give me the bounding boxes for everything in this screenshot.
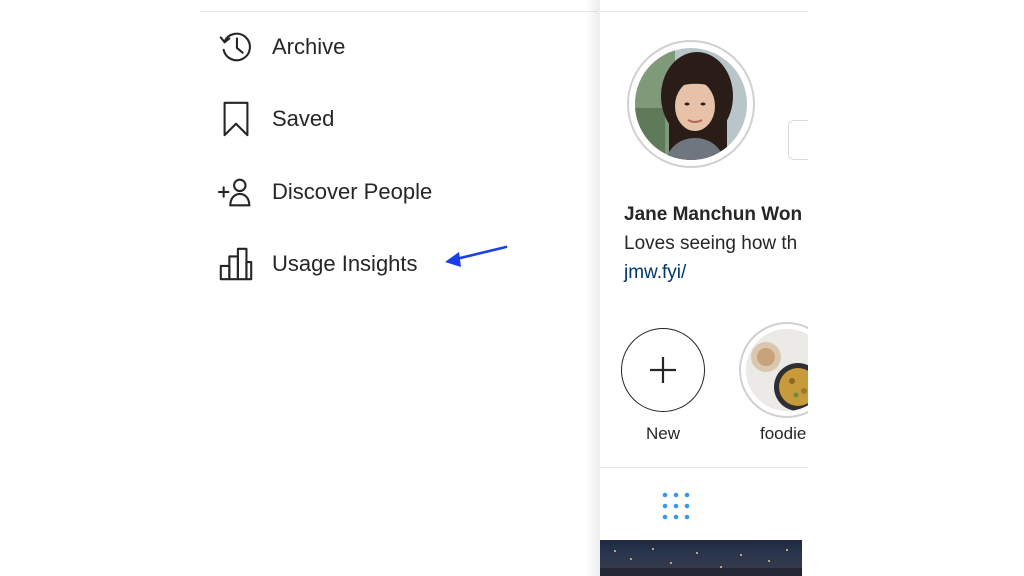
menu-item-usage-insights[interactable]: Usage Insights [216,244,418,284]
add-person-icon [216,172,256,212]
bar-chart-icon [216,244,256,284]
grid-icon[interactable] [660,490,692,522]
panel-divider [600,11,808,12]
menu-item-saved[interactable]: Saved [216,99,334,139]
annotation-arrow-icon [445,245,508,267]
menu-divider [200,11,598,12]
profile-panel: Jane Manchun Won Loves seeing how th jmw… [600,0,808,576]
profile-bio: Loves seeing how th [624,233,798,254]
profile-link[interactable]: jmw.fyi/ [624,262,686,284]
tabs-divider [600,467,808,468]
profile-photo [635,48,747,160]
highlight-label: foodie [760,424,807,443]
side-menu: Archive Saved Discover People Usage Insi… [200,0,598,576]
highlight-photo [746,329,808,411]
panel-shadow [586,0,600,576]
highlight-label: New [645,424,680,443]
plus-icon [650,357,676,383]
menu-item-label: Archive [272,34,346,59]
menu-item-label: Discover People [272,179,433,204]
new-highlight-button[interactable] [621,328,705,412]
menu-item-discover-people[interactable]: Discover People [216,172,432,212]
edit-profile-button[interactable] [788,120,808,160]
post-thumbnail[interactable] [600,540,802,576]
app-frame: Archive Saved Discover People Usage Insi… [0,0,1024,576]
profile-name: Jane Manchun Won [624,204,803,225]
highlight-foodie[interactable] [739,322,808,418]
menu-item-label: Saved [272,106,335,131]
archive-clock-icon [216,27,256,67]
menu-item-label: Usage Insights [272,251,418,276]
bookmark-icon [216,99,256,139]
avatar[interactable] [627,40,755,168]
menu-item-archive[interactable]: Archive [216,27,345,67]
